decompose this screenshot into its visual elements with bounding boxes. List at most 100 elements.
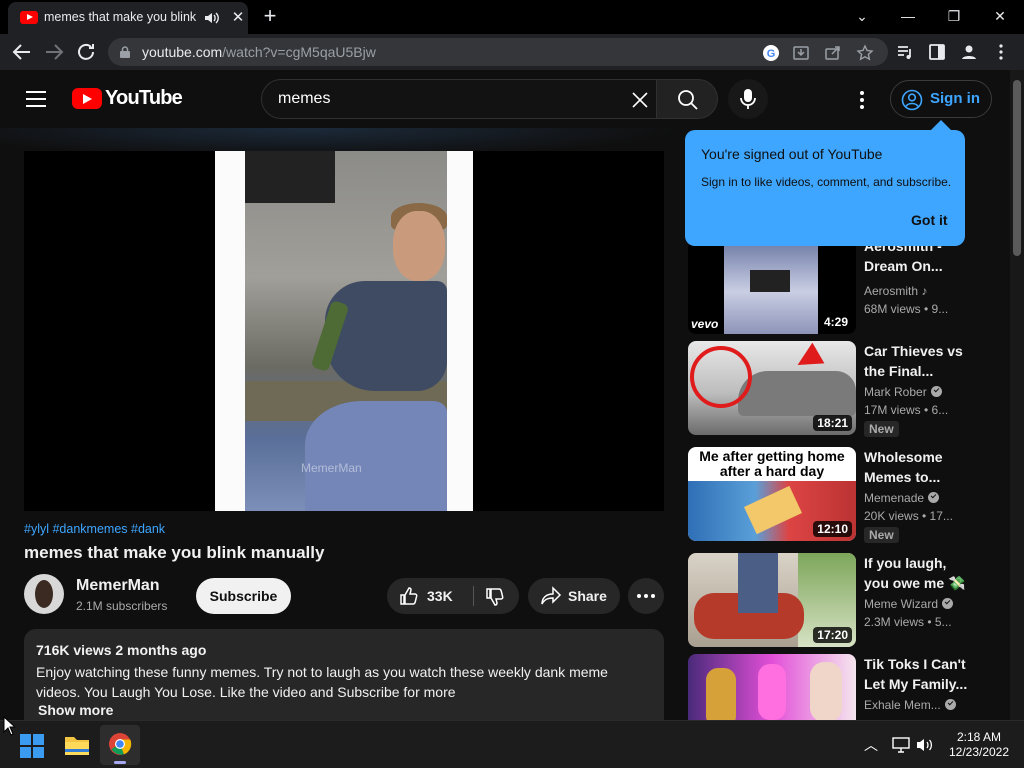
minimize-button[interactable]: — [888, 4, 928, 28]
video-title: Tik Toks I Can't Let My Family... [864, 656, 968, 692]
channel-name: Exhale Mem... [864, 698, 956, 712]
window-close-button[interactable]: ✕ [980, 4, 1020, 28]
share-page-icon[interactable] [824, 44, 842, 62]
tab-title: memes that make you blink [44, 10, 197, 24]
channel-avatar[interactable] [24, 574, 64, 614]
new-badge: New [864, 421, 899, 437]
lock-icon[interactable] [120, 46, 130, 58]
volume-icon[interactable] [916, 737, 934, 753]
video-player[interactable]: MemerMan [24, 151, 664, 511]
settings-more-icon[interactable] [850, 88, 874, 112]
video-watermark: MemerMan [301, 461, 362, 475]
install-app-icon[interactable] [792, 44, 810, 62]
video-duration: 12:10 [813, 521, 852, 537]
search-icon [678, 90, 698, 110]
video-title: If you laugh, you owe me 💸 [864, 555, 966, 591]
clear-search-icon[interactable] [630, 90, 650, 110]
video-thumbnail[interactable]: 18:21 [688, 341, 856, 435]
chrome-icon [109, 733, 132, 755]
video-title: Wholesome Memes to... [864, 449, 943, 485]
chrome-menu-icon[interactable] [992, 43, 1010, 61]
restore-button[interactable]: ❐ [934, 4, 974, 28]
forward-arrow-icon[interactable] [42, 40, 66, 64]
new-tab-button[interactable]: + [258, 5, 282, 29]
recommendation-item[interactable]: Me after getting home after a hard day 1… [688, 447, 978, 543]
svg-text:G: G [767, 48, 776, 60]
channel-name: Meme Wizard [864, 597, 954, 611]
thumbnail-caption: Me after getting home after a hard day [699, 448, 845, 479]
video-duration: 17:20 [813, 627, 852, 643]
got-it-button[interactable]: Got it [911, 212, 948, 228]
thumbs-up-icon [400, 587, 418, 605]
signed-out-popup: You're signed out of YouTube Sign in to … [685, 120, 965, 246]
recommendation-item[interactable]: 17:20 If you laugh, you owe me 💸 Meme Wi… [688, 553, 978, 647]
side-panel-icon[interactable] [928, 43, 946, 61]
new-badge: New [864, 527, 899, 543]
video-thumbnail[interactable]: 17:20 [688, 553, 856, 647]
browser-tab-strip: memes that make you blink ✕ + ⌄ — ❐ ✕ [0, 0, 1024, 34]
file-explorer-icon[interactable] [64, 733, 90, 757]
verified-icon [942, 598, 954, 609]
search-button[interactable] [656, 79, 718, 119]
voice-search-button[interactable] [728, 79, 768, 119]
back-arrow-icon[interactable] [10, 40, 34, 64]
taskbar-clock[interactable]: 2:18 AM 12/23/2022 [944, 730, 1014, 760]
video-content: MemerMan [245, 151, 447, 511]
subscribe-button[interactable]: Subscribe [196, 578, 291, 614]
views-info: 17M views • 6... [864, 403, 949, 417]
reload-icon[interactable] [74, 40, 98, 64]
views-info: 20K views • 17... [864, 509, 953, 523]
like-count: 33K [427, 588, 453, 604]
channel-name: Aerosmith ♪ [864, 284, 928, 298]
sign-in-button[interactable]: Sign in [890, 80, 992, 118]
video-hashtags[interactable]: #ylyl #dankmemes #dank [24, 522, 165, 536]
views-info: 68M views • 9... [864, 302, 949, 316]
popup-description: Sign in to like videos, comment, and sub… [701, 175, 952, 189]
page-scrollbar[interactable] [1010, 70, 1024, 720]
scrollbar-thumb[interactable] [1013, 80, 1021, 256]
video-thumbnail[interactable]: vevo 4:29 [688, 240, 856, 334]
share-button[interactable]: Share [528, 578, 620, 614]
person-shape [325, 281, 447, 391]
more-horizontal-icon [637, 594, 655, 598]
network-icon[interactable] [892, 737, 910, 753]
browser-tab-youtube[interactable]: memes that make you blink ✕ [8, 2, 248, 34]
bookmark-star-icon[interactable] [856, 44, 874, 62]
more-actions-button[interactable] [628, 578, 664, 614]
media-controls-icon[interactable] [896, 43, 914, 61]
address-bar[interactable]: youtube.com/watch?v=cgM5qaU5Bjw G [108, 38, 888, 66]
dislike-button[interactable] [474, 578, 519, 614]
youtube-wordmark: YouTube [105, 87, 183, 109]
blanket-shape [305, 401, 447, 511]
microphone-icon [740, 89, 756, 109]
video-thumbnail[interactable]: Me after getting home after a hard day 1… [688, 447, 856, 541]
youtube-play-icon [72, 88, 102, 109]
video-duration: 18:21 [813, 415, 852, 431]
recommendation-item[interactable]: 18:21 Car Thieves vs the Final... Mark R… [688, 341, 978, 437]
profile-icon[interactable] [960, 43, 978, 61]
chrome-taskbar-button[interactable] [100, 725, 140, 765]
verified-icon [928, 492, 940, 503]
like-button[interactable]: 33K [387, 578, 473, 614]
video-title: memes that make you blink manually [24, 543, 325, 562]
recommendation-item[interactable]: vevo 4:29 Aerosmith - Dream On... Aerosm… [688, 238, 978, 334]
guide-menu-icon[interactable] [26, 91, 46, 107]
windows-start-icon[interactable] [20, 734, 44, 758]
vevo-label: vevo [691, 317, 719, 331]
search-input[interactable]: memes [261, 79, 657, 119]
tab-close-icon[interactable]: ✕ [230, 10, 246, 26]
clock-time: 2:18 AM [956, 730, 1002, 744]
show-more-button[interactable]: Show more [38, 702, 113, 718]
video-title: Car Thieves vs the Final... [864, 343, 963, 379]
channel-name[interactable]: MemerMan [76, 577, 160, 595]
google-icon[interactable]: G [762, 44, 780, 62]
video-duration: 4:29 [819, 314, 852, 330]
tab-search-chevron-icon[interactable]: ⌄ [842, 4, 882, 28]
tray-chevron-icon[interactable]: ︿ [864, 735, 878, 755]
views-info: 2.3M views • 5... [864, 615, 952, 629]
youtube-favicon-icon [20, 11, 38, 24]
speaker-icon[interactable] [204, 11, 220, 25]
url-text: youtube.com/watch?v=cgM5qaU5Bjw [142, 44, 376, 60]
windows-taskbar: ︿ 2:18 AM 12/23/2022 [0, 720, 1024, 768]
thumbs-down-icon [486, 588, 504, 606]
